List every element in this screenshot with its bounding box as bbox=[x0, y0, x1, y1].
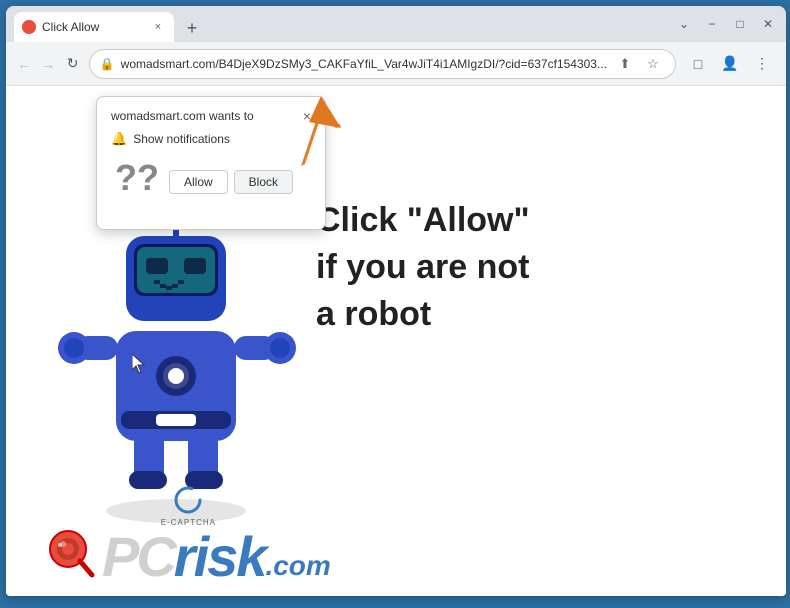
url-bar[interactable]: 🔒 womadsmart.com/B4DjeX9DzSMy3_CAKFaYfiL… bbox=[89, 49, 676, 79]
window-minimize-button[interactable]: − bbox=[702, 14, 722, 34]
toolbar-actions: □ 👤 ⋮ bbox=[684, 50, 776, 78]
extensions-button[interactable]: □ bbox=[684, 50, 712, 78]
addressbar: ← → ↻ 🔒 womadsmart.com/B4DjeX9DzSMy3_CAK… bbox=[6, 42, 786, 86]
question-marks: ?? bbox=[111, 157, 159, 199]
forward-button[interactable]: → bbox=[40, 50, 56, 78]
tab-favicon bbox=[22, 20, 36, 34]
new-tab-button[interactable]: + bbox=[178, 14, 206, 42]
url-text: womadsmart.com/B4DjeX9DzSMy3_CAKFaYfiL_V… bbox=[121, 57, 607, 71]
window-close-button[interactable]: ✕ bbox=[758, 14, 778, 34]
bell-icon: 🔔 bbox=[111, 131, 127, 147]
window-maximize-button[interactable]: □ bbox=[730, 14, 750, 34]
show-notifications-label: Show notifications bbox=[133, 132, 230, 146]
magnifier-icon bbox=[46, 527, 96, 586]
tab-title: Click Allow bbox=[42, 20, 144, 34]
mouse-cursor bbox=[132, 354, 148, 379]
pcrisk-pc-text: PC bbox=[102, 529, 174, 585]
refresh-button[interactable]: ↻ bbox=[64, 50, 80, 78]
menu-button[interactable]: ⋮ bbox=[748, 50, 776, 78]
back-button[interactable]: ← bbox=[16, 50, 32, 78]
window-controls: ⌄ − □ ✕ bbox=[674, 14, 778, 34]
url-actions: ⬆ ☆ bbox=[613, 52, 665, 76]
lock-icon: 🔒 bbox=[100, 57, 115, 71]
click-allow-instruction: Click "Allow" if you are not a robot bbox=[316, 196, 616, 336]
ecaptcha-logo bbox=[174, 486, 202, 514]
tab-area: Click Allow × + bbox=[14, 6, 668, 42]
pcrisk-risk-text: risk bbox=[174, 529, 266, 585]
bookmark-icon[interactable]: ☆ bbox=[641, 52, 665, 76]
allow-button[interactable]: Allow bbox=[169, 170, 228, 194]
notification-title: womadsmart.com wants to bbox=[111, 109, 254, 123]
window-expand-icon[interactable]: ⌄ bbox=[674, 14, 694, 34]
orange-arrow-annotation bbox=[271, 86, 361, 181]
ecaptcha-icon bbox=[174, 486, 202, 514]
pcrisk-logo: PC risk .com bbox=[46, 527, 331, 586]
active-tab[interactable]: Click Allow × bbox=[14, 12, 174, 42]
browser-window: Click Allow × + ⌄ − □ ✕ ← → ↻ 🔒 womadsma… bbox=[0, 6, 790, 596]
pcrisk-com-text: .com bbox=[265, 552, 330, 586]
pcrisk-watermark: E-CAPTCHA PC bbox=[46, 486, 331, 586]
page-content: womadsmart.com wants to × 🔔 Show notific… bbox=[6, 86, 786, 596]
titlebar: Click Allow × + ⌄ − □ ✕ bbox=[6, 6, 786, 42]
window-frame: Click Allow × + ⌄ − □ ✕ ← → ↻ 🔒 womadsma… bbox=[6, 6, 786, 596]
profile-button[interactable]: 👤 bbox=[716, 50, 744, 78]
share-icon[interactable]: ⬆ bbox=[613, 52, 637, 76]
tab-close-button[interactable]: × bbox=[150, 19, 166, 35]
